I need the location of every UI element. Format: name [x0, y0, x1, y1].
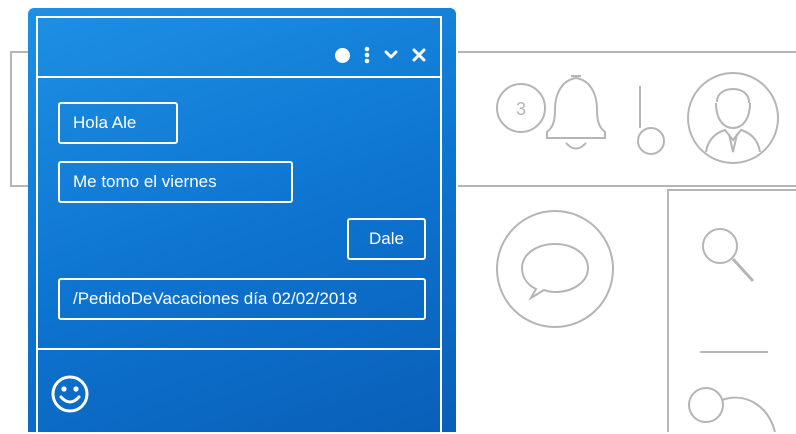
chat-footer	[38, 348, 440, 434]
person-icon	[688, 387, 776, 432]
chevron-down-icon[interactable]	[384, 49, 398, 61]
status-dot-icon[interactable]	[335, 47, 350, 63]
pendulum-circle	[637, 127, 665, 155]
message-bubble: Hola Ale	[58, 102, 178, 144]
smiley-icon[interactable]	[50, 374, 90, 414]
chat-header	[38, 18, 440, 78]
message-text: Dale	[369, 229, 404, 248]
bell-icon	[546, 75, 606, 150]
chat-widget: Hola Ale Me tomo el viernes Dale /Pedido…	[28, 8, 456, 432]
chat-frame: Hola Ale Me tomo el viernes Dale /Pedido…	[36, 16, 442, 432]
message-text: Me tomo el viernes	[73, 172, 217, 191]
more-vertical-icon[interactable]	[364, 46, 370, 64]
right-panel-border	[667, 189, 796, 432]
message-bubble-command: /PedidoDeVacaciones día 02/02/2018	[58, 278, 426, 320]
message-bubble-reply: Dale	[347, 218, 426, 260]
message-text: /PedidoDeVacaciones día 02/02/2018	[73, 289, 358, 308]
user-avatar-icon	[687, 72, 779, 164]
message-bubble: Me tomo el viernes	[58, 161, 293, 203]
message-text: Hola Ale	[73, 113, 137, 132]
notification-count: 3	[516, 99, 526, 119]
close-icon[interactable]	[412, 48, 426, 62]
message-list: Hola Ale Me tomo el viernes Dale /Pedido…	[38, 78, 440, 348]
left-bracket	[10, 51, 28, 187]
header-actions	[335, 46, 426, 64]
chat-bubble-icon	[496, 210, 614, 328]
search-icon	[702, 228, 755, 283]
